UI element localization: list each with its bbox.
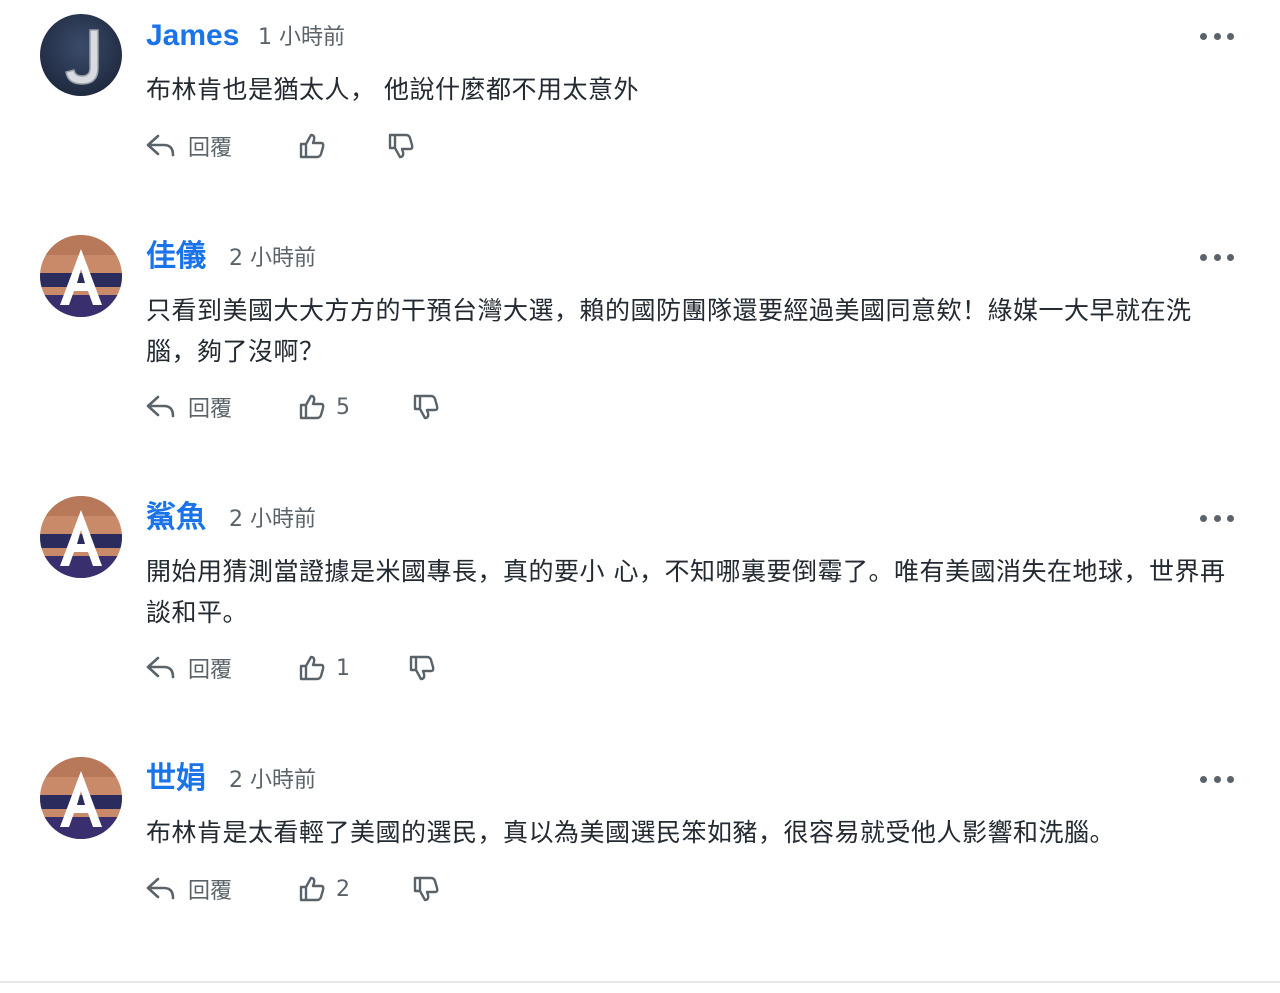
thumbs-up-icon (299, 655, 325, 681)
thumbs-up-icon (299, 394, 325, 420)
author-name[interactable]: 鯊魚 (146, 500, 206, 536)
avatar[interactable] (40, 496, 122, 578)
dislike-button[interactable] (408, 650, 436, 686)
thumbs-up-icon (299, 133, 325, 159)
comment-text: 開始用猜測當證據是米國專長，真的要小 心，不知哪裏要倒霉了。唯有美國消失在地球，… (146, 557, 1226, 627)
divider (0, 981, 1280, 983)
dislike-button[interactable] (387, 128, 415, 164)
thumbs-down-icon (413, 394, 439, 420)
reply-label: 回覆 (188, 136, 233, 161)
timestamp: 2 小時前 (229, 246, 316, 271)
author-name[interactable]: 佳儀 (146, 239, 206, 275)
avatar[interactable] (40, 14, 122, 96)
avatar[interactable] (40, 235, 122, 317)
reply-label: 回覆 (188, 397, 233, 422)
dislike-button[interactable] (412, 389, 440, 425)
a-letter-avatar-icon (40, 757, 122, 839)
comment-text: 布林肯是太看輕了美國的選民，真以為美國選民笨如豬，很容易就受他人影響和洗腦。 (146, 818, 1116, 847)
like-count: 5 (336, 394, 350, 420)
timestamp: 2 小時前 (229, 768, 316, 793)
like-count: 2 (336, 876, 350, 902)
timestamp: 1 小時前 (258, 25, 345, 50)
like-button[interactable]: 1 (298, 650, 350, 686)
comment-text: 只看到美國大大方方的干預台灣大選，賴的國防團隊還要經過美國同意欸！綠媒一大早就在… (146, 296, 1192, 366)
more-options-icon[interactable] (1200, 508, 1234, 528)
reply-icon (146, 656, 175, 679)
more-options-icon[interactable] (1200, 769, 1234, 789)
reply-label: 回覆 (188, 879, 233, 904)
reply-button[interactable]: 回覆 (146, 871, 232, 907)
reply-icon (146, 877, 175, 900)
reply-button[interactable]: 回覆 (146, 128, 232, 164)
reply-button[interactable]: 回覆 (146, 650, 232, 686)
comment-text: 布林肯也是猶太人， 他說什麼都不用太意外 (146, 75, 639, 104)
thumbs-down-icon (413, 876, 439, 902)
comment-actions: 回覆 2 (146, 871, 546, 907)
timestamp: 2 小時前 (229, 507, 316, 532)
dislike-button[interactable] (412, 871, 440, 907)
reply-label: 回覆 (188, 658, 233, 683)
thumbs-down-icon (409, 655, 435, 681)
like-count: 1 (336, 655, 350, 681)
author-name[interactable]: 世娟 (146, 761, 206, 797)
comment-actions: 回覆 5 (146, 389, 546, 425)
thumbs-up-icon (299, 876, 325, 902)
comment-actions: 回覆 (146, 128, 546, 164)
thumbs-down-icon (388, 133, 414, 159)
author-name[interactable]: James (146, 18, 239, 54)
like-button[interactable]: 5 (298, 389, 350, 425)
j-letter-avatar-icon (40, 14, 122, 96)
reply-icon (146, 395, 175, 418)
like-button[interactable]: 2 (298, 871, 350, 907)
a-letter-avatar-icon (40, 496, 122, 578)
more-options-icon[interactable] (1200, 26, 1234, 46)
like-button[interactable] (298, 128, 336, 164)
avatar[interactable] (40, 757, 122, 839)
comment-actions: 回覆 1 (146, 650, 546, 686)
a-letter-avatar-icon (40, 235, 122, 317)
reply-button[interactable]: 回覆 (146, 389, 232, 425)
more-options-icon[interactable] (1200, 247, 1234, 267)
reply-icon (146, 134, 175, 157)
